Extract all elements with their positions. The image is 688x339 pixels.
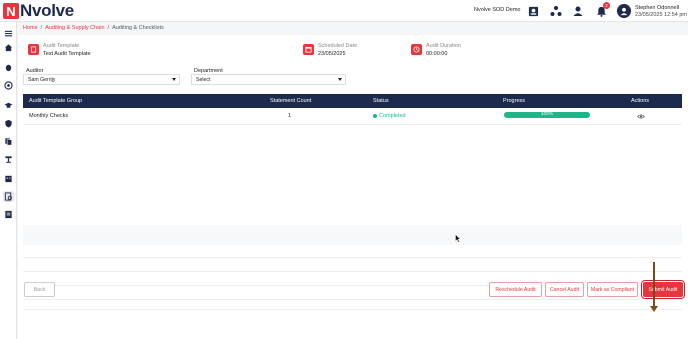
column-header-status: Status — [373, 98, 389, 104]
template-icon — [28, 44, 39, 55]
breadcrumb-section[interactable]: Auditing & Supply Chain — [45, 25, 104, 31]
scheduled-date-label: Scheduled Date — [318, 43, 358, 49]
cell-count: 1 — [288, 113, 292, 119]
user-datetime: 23/05/2025 12:54 pm — [635, 12, 687, 18]
audit-template-info: Audit Template Test Audit Template — [28, 43, 91, 57]
auditor-select[interactable]: Sam Gerrijy — [23, 74, 180, 85]
bell-icon[interactable]: 2 — [594, 2, 610, 18]
progress-bar: 100% — [504, 112, 590, 118]
progress-label: 100% — [540, 112, 554, 117]
money-icon[interactable] — [3, 80, 14, 91]
audit-duration-value: 00:00:00 — [426, 51, 448, 57]
table-header: Audit Template Group Statement Count Sta… — [23, 94, 682, 108]
building-icon[interactable] — [3, 173, 14, 184]
scheduled-date-value: 23/05/2025 — [318, 51, 346, 57]
column-header-actions: Actions — [631, 98, 650, 104]
logo-text: Nvolve — [20, 1, 74, 20]
eye-icon[interactable] — [636, 114, 646, 121]
department-select[interactable]: Select — [191, 74, 346, 85]
auditor-select-value: Sam Gerrijy — [28, 77, 56, 83]
scheduled-date-info: Scheduled Date 23/05/2025 — [303, 43, 357, 57]
hierarchy-icon[interactable] — [549, 4, 563, 18]
column-header-count: Statement Count — [270, 98, 312, 104]
audit-duration-label: Audit Duration — [426, 43, 461, 49]
trophy-icon[interactable] — [3, 154, 14, 165]
status-badge: Completed — [373, 113, 406, 119]
divider — [23, 257, 682, 258]
menu-icon[interactable] — [3, 28, 14, 39]
back-button[interactable]: Back — [24, 282, 55, 297]
divider — [23, 299, 682, 300]
org-name[interactable]: Nvolve SOD Demo — [474, 7, 520, 13]
column-header-group: Audit Template Group — [29, 98, 83, 104]
audit-template-value: Test Audit Template — [43, 51, 91, 57]
shield-icon[interactable] — [3, 118, 14, 129]
users-icon[interactable] — [571, 4, 585, 18]
calendar-icon — [303, 44, 314, 55]
contacts-icon[interactable] — [526, 4, 540, 18]
table-row[interactable]: Monthly Checks 1 Completed 100% — [23, 108, 682, 125]
notification-badge: 2 — [603, 2, 610, 9]
breadcrumb-home[interactable]: Home — [23, 25, 38, 31]
audit-icon[interactable] — [3, 191, 14, 202]
report-icon[interactable] — [3, 209, 14, 220]
cell-group: Monthly Checks — [29, 113, 69, 119]
clock-icon — [411, 44, 422, 55]
cancel-audit-button[interactable]: Cancel Audit — [545, 282, 584, 297]
column-header-progress: Progress — [503, 98, 526, 104]
graduation-icon[interactable] — [3, 100, 14, 111]
breadcrumb-separator: / — [107, 25, 110, 31]
annotation-arrow-head — [650, 306, 658, 312]
chevron-down-icon — [338, 78, 342, 81]
bug-icon[interactable] — [3, 62, 14, 73]
breadcrumb: Home / Auditing & Supply Chain / Auditin… — [23, 25, 164, 31]
annotation-arrow — [653, 262, 655, 310]
sidebar — [0, 22, 17, 339]
table-empty-band — [23, 225, 682, 245]
mark-compliant-button[interactable]: Mark as Compliant — [587, 282, 638, 297]
top-bar: N Nvolve Nvolve SOD Demo 2 Stephen Odonn… — [0, 0, 688, 22]
status-text: Completed — [379, 113, 406, 119]
clipboard-icon[interactable] — [3, 136, 14, 147]
breadcrumb-separator: / — [40, 25, 43, 31]
audit-groups-table: Audit Template Group Statement Count Sta… — [23, 94, 682, 125]
reschedule-audit-button[interactable]: Reschedule Audit — [489, 282, 542, 297]
user-name: Stephen Odonnell — [635, 5, 680, 11]
submit-audit-button[interactable]: Submit Audit — [640, 279, 686, 300]
mouse-cursor-icon — [455, 230, 461, 248]
department-select-value: Select — [196, 77, 211, 83]
audit-template-label: Audit Template — [43, 43, 80, 49]
logo-badge: N — [3, 3, 19, 19]
avatar[interactable] — [617, 4, 631, 18]
breadcrumb-current: Auditing & Checklists — [112, 25, 164, 31]
app-logo[interactable]: N Nvolve — [3, 1, 74, 20]
status-dot — [373, 113, 377, 118]
chevron-down-icon — [172, 78, 176, 81]
divider — [23, 271, 682, 272]
home-icon[interactable] — [3, 42, 14, 53]
audit-duration-info: Audit Duration 00:00:00 — [411, 43, 461, 57]
divider — [23, 309, 682, 310]
